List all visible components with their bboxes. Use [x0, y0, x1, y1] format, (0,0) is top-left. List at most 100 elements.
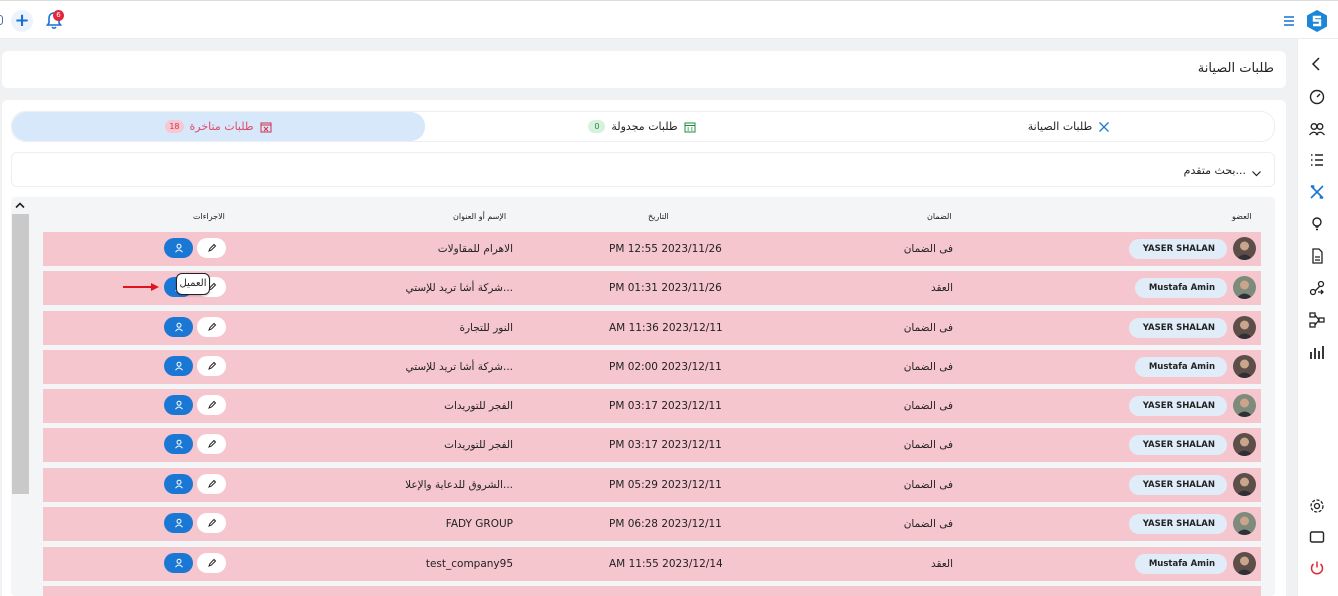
- document-icon[interactable]: [1308, 247, 1326, 265]
- maintenance-tools-icon[interactable]: [1308, 183, 1326, 201]
- table-row[interactable]: الفجر للتوريدات PM 03:17 2023/12/11 فى الض…: [43, 389, 1261, 423]
- collapse-chevron-icon[interactable]: [1308, 55, 1326, 73]
- avatar: [1233, 552, 1256, 575]
- date-cell: PM 12:55 2023/11/26: [609, 243, 722, 255]
- user-icon: [174, 322, 183, 332]
- client-button[interactable]: [164, 474, 193, 494]
- top-header: + 6: [0, 0, 1338, 39]
- member-badge[interactable]: YASER SHALAN: [1128, 475, 1227, 495]
- avatar: [1233, 473, 1256, 496]
- table-row[interactable]: شركة أشا تريد للإستي... PM 02:00 2023/12/…: [43, 350, 1261, 384]
- edit-button[interactable]: [197, 474, 226, 494]
- reports-chart-icon[interactable]: [1308, 343, 1326, 361]
- guarantee-cell: العقد: [930, 282, 953, 294]
- avatar: [1233, 355, 1256, 378]
- page-title-card: طلبات الصيانة: [2, 51, 1286, 88]
- table-row[interactable]: النور للتجارة AM 11:36 2023/12/11 فى الضما…: [43, 311, 1261, 345]
- client-tooltip: العميل: [176, 273, 210, 295]
- edit-button[interactable]: [197, 317, 226, 337]
- pencil-icon: [207, 518, 216, 527]
- edit-button[interactable]: [197, 513, 226, 533]
- tab-count-badge: 0: [588, 120, 606, 133]
- avatar: [1233, 316, 1256, 339]
- settings-gear-icon[interactable]: [1308, 497, 1326, 515]
- workflow-icon[interactable]: [1308, 311, 1326, 329]
- edit-button[interactable]: [197, 238, 226, 258]
- edit-button[interactable]: [197, 553, 226, 573]
- scroll-up-arrow-icon[interactable]: [11, 198, 29, 213]
- tab-bar: 18 طلبات متاخرة 0 طلبات مجدولة طلبات الص…: [11, 111, 1275, 142]
- users-icon[interactable]: [1308, 120, 1326, 138]
- date-cell: PM 06:28 2023/12/11: [609, 518, 722, 530]
- member-badge[interactable]: YASER SHALAN: [1128, 514, 1227, 534]
- client-button[interactable]: [164, 434, 193, 454]
- transfer-icon[interactable]: [1308, 279, 1326, 297]
- client-button[interactable]: [164, 395, 193, 415]
- advanced-search-label: بحث متقدم...: [1183, 164, 1246, 177]
- add-icon[interactable]: +: [11, 10, 33, 32]
- client-button[interactable]: [164, 356, 193, 376]
- tab-overdue-requests[interactable]: 18 طلبات متاخرة: [12, 112, 425, 141]
- calendar-x-icon: [260, 121, 272, 133]
- member-badge[interactable]: YASER SHALAN: [1128, 396, 1227, 416]
- tab-maintenance-requests[interactable]: طلبات الصيانة: [857, 112, 1275, 141]
- member-badge[interactable]: Mustafa Amin: [1134, 554, 1227, 574]
- edit-button[interactable]: [197, 395, 226, 415]
- table-row[interactable]: الشروق للدعاية والإعلا... PM 05:29 2023/1…: [43, 468, 1261, 502]
- guarantee-cell: فى الضمان: [903, 479, 953, 491]
- scrollbar-thumb[interactable]: [12, 214, 29, 494]
- table-row[interactable]: test_company95 AM 11:55 2023/12/14 العقد Mu…: [43, 547, 1261, 581]
- table-row[interactable]: [43, 586, 1261, 596]
- member-badge[interactable]: Mustafa Amin: [1134, 357, 1227, 377]
- tab-count-badge: 18: [165, 120, 184, 133]
- date-cell: PM 03:17 2023/12/11: [609, 439, 722, 451]
- pencil-icon: [207, 479, 216, 488]
- screen-icon[interactable]: [1308, 528, 1326, 546]
- member-badge[interactable]: YASER SHALAN: [1128, 435, 1227, 455]
- table-row[interactable]: FADY GROUP PM 06:28 2023/12/11 فى الضمان YA…: [43, 507, 1261, 541]
- user-icon: [174, 479, 183, 489]
- client-button[interactable]: [164, 513, 193, 533]
- menu-icon[interactable]: [1282, 13, 1296, 27]
- chevron-down-icon: [1251, 164, 1262, 177]
- advanced-search-toggle[interactable]: بحث متقدم...: [11, 152, 1275, 187]
- table-row[interactable]: شركة أشا تريد للإستي... PM 01:31 2023/11/…: [43, 271, 1261, 305]
- list-icon[interactable]: [1308, 151, 1326, 169]
- pencil-icon: [207, 361, 216, 370]
- name-cell: شركة أشا تريد للإستي...: [405, 361, 514, 373]
- edit-button[interactable]: [197, 434, 226, 454]
- tab-scheduled-requests[interactable]: 0 طلبات مجدولة: [432, 112, 852, 141]
- user-icon: [174, 558, 183, 568]
- client-button[interactable]: [164, 238, 193, 258]
- guarantee-cell: فى الضمان: [903, 243, 953, 255]
- avatar: [1233, 512, 1256, 535]
- table-row[interactable]: الاهرام للمقاولات PM 12:55 2023/11/26 فى ا…: [43, 232, 1261, 266]
- app-logo[interactable]: [1306, 9, 1328, 33]
- date-cell: AM 11:55 2023/12/14: [609, 558, 723, 570]
- guarantee-cell: فى الضمان: [903, 400, 953, 412]
- column-header-name: الإسم أو العنوان: [453, 212, 507, 221]
- client-button[interactable]: [164, 317, 193, 337]
- guarantee-cell: العقد: [930, 558, 953, 570]
- client-button[interactable]: [164, 553, 193, 573]
- member-badge[interactable]: YASER SHALAN: [1128, 318, 1227, 338]
- date-cell: PM 05:29 2023/12/11: [609, 479, 722, 491]
- date-cell: PM 01:31 2023/11/26: [609, 282, 722, 294]
- name-cell: test_company95: [425, 558, 513, 570]
- name-cell: الاهرام للمقاولات: [437, 243, 513, 255]
- member-badge[interactable]: Mustafa Amin: [1134, 278, 1227, 298]
- name-cell: النور للتجارة: [459, 322, 513, 334]
- help-bulb-icon[interactable]: [1308, 215, 1326, 233]
- guarantee-cell: فى الضمان: [903, 322, 953, 334]
- table-row[interactable]: الفجر للتوريدات PM 03:17 2023/12/11 فى الض…: [43, 428, 1261, 462]
- user-icon: [174, 400, 183, 410]
- edit-button[interactable]: [197, 356, 226, 376]
- collapsed-panel-icon[interactable]: [0, 15, 3, 25]
- name-cell: شركة أشا تريد للإستي...: [405, 282, 514, 294]
- dashboard-gauge-icon[interactable]: [1308, 88, 1326, 106]
- member-badge[interactable]: YASER SHALAN: [1128, 239, 1227, 259]
- pencil-icon: [207, 243, 216, 252]
- power-icon[interactable]: [1308, 559, 1326, 577]
- name-cell: الفجر للتوريدات: [444, 400, 513, 412]
- tools-icon: [1098, 121, 1110, 133]
